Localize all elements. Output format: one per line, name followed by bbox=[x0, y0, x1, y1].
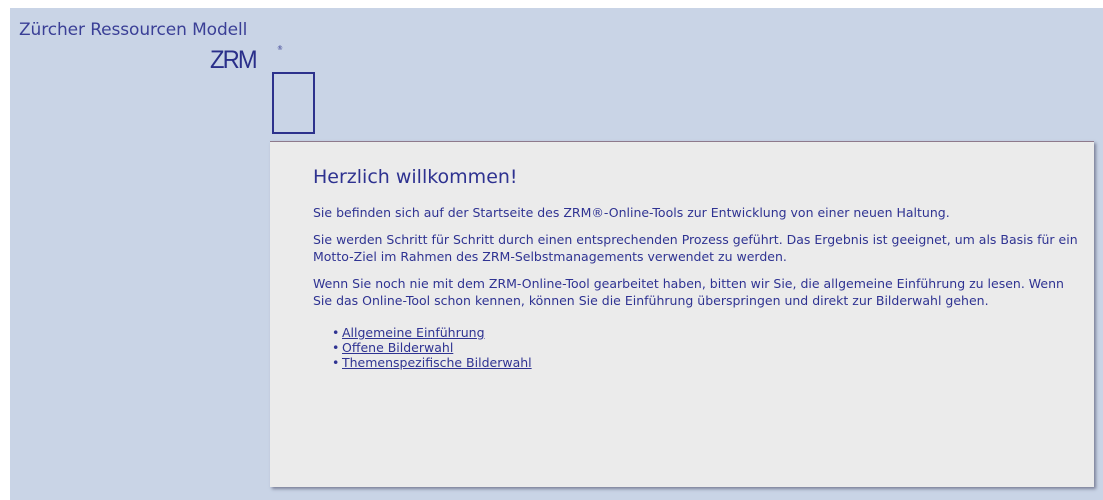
bullet-icon: • bbox=[332, 340, 340, 355]
site-title: Zürcher Ressourcen Modell bbox=[19, 20, 248, 40]
page-background: Zürcher Ressourcen Modell ZRM ® Herzlich… bbox=[10, 8, 1103, 500]
process-paragraph: Sie werden Schritt für Schritt durch ein… bbox=[313, 232, 1078, 264]
list-item: • Allgemeine Einführung bbox=[332, 325, 1083, 340]
link-offene-bilderwahl[interactable]: Offene Bilderwahl bbox=[342, 340, 453, 355]
link-themenspezifische-bilderwahl[interactable]: Themenspezifische Bilderwahl bbox=[342, 355, 532, 370]
welcome-panel: Herzlich willkommen! Sie befinden sich a… bbox=[270, 141, 1094, 487]
list-item: • Themenspezifische Bilderwahl bbox=[332, 355, 1083, 370]
intro-paragraph: Sie befinden sich auf der Startseite des… bbox=[313, 205, 950, 220]
instructions-paragraph: Wenn Sie noch nie mit dem ZRM-Online-Too… bbox=[313, 276, 1064, 308]
list-item: • Offene Bilderwahl bbox=[332, 340, 1083, 355]
navigation-links-list: • Allgemeine Einführung • Offene Bilderw… bbox=[313, 325, 1083, 370]
welcome-heading: Herzlich willkommen! bbox=[313, 166, 518, 188]
welcome-content: Herzlich willkommen! Sie befinden sich a… bbox=[313, 142, 1083, 371]
bullet-icon: • bbox=[332, 355, 340, 370]
bullet-icon: • bbox=[332, 325, 340, 340]
link-allgemeine-einfuehrung[interactable]: Allgemeine Einführung bbox=[342, 325, 485, 340]
logo-box-shape bbox=[272, 72, 315, 134]
logo-text: ZRM bbox=[210, 46, 258, 74]
logo-registered-mark: ® bbox=[277, 45, 283, 52]
